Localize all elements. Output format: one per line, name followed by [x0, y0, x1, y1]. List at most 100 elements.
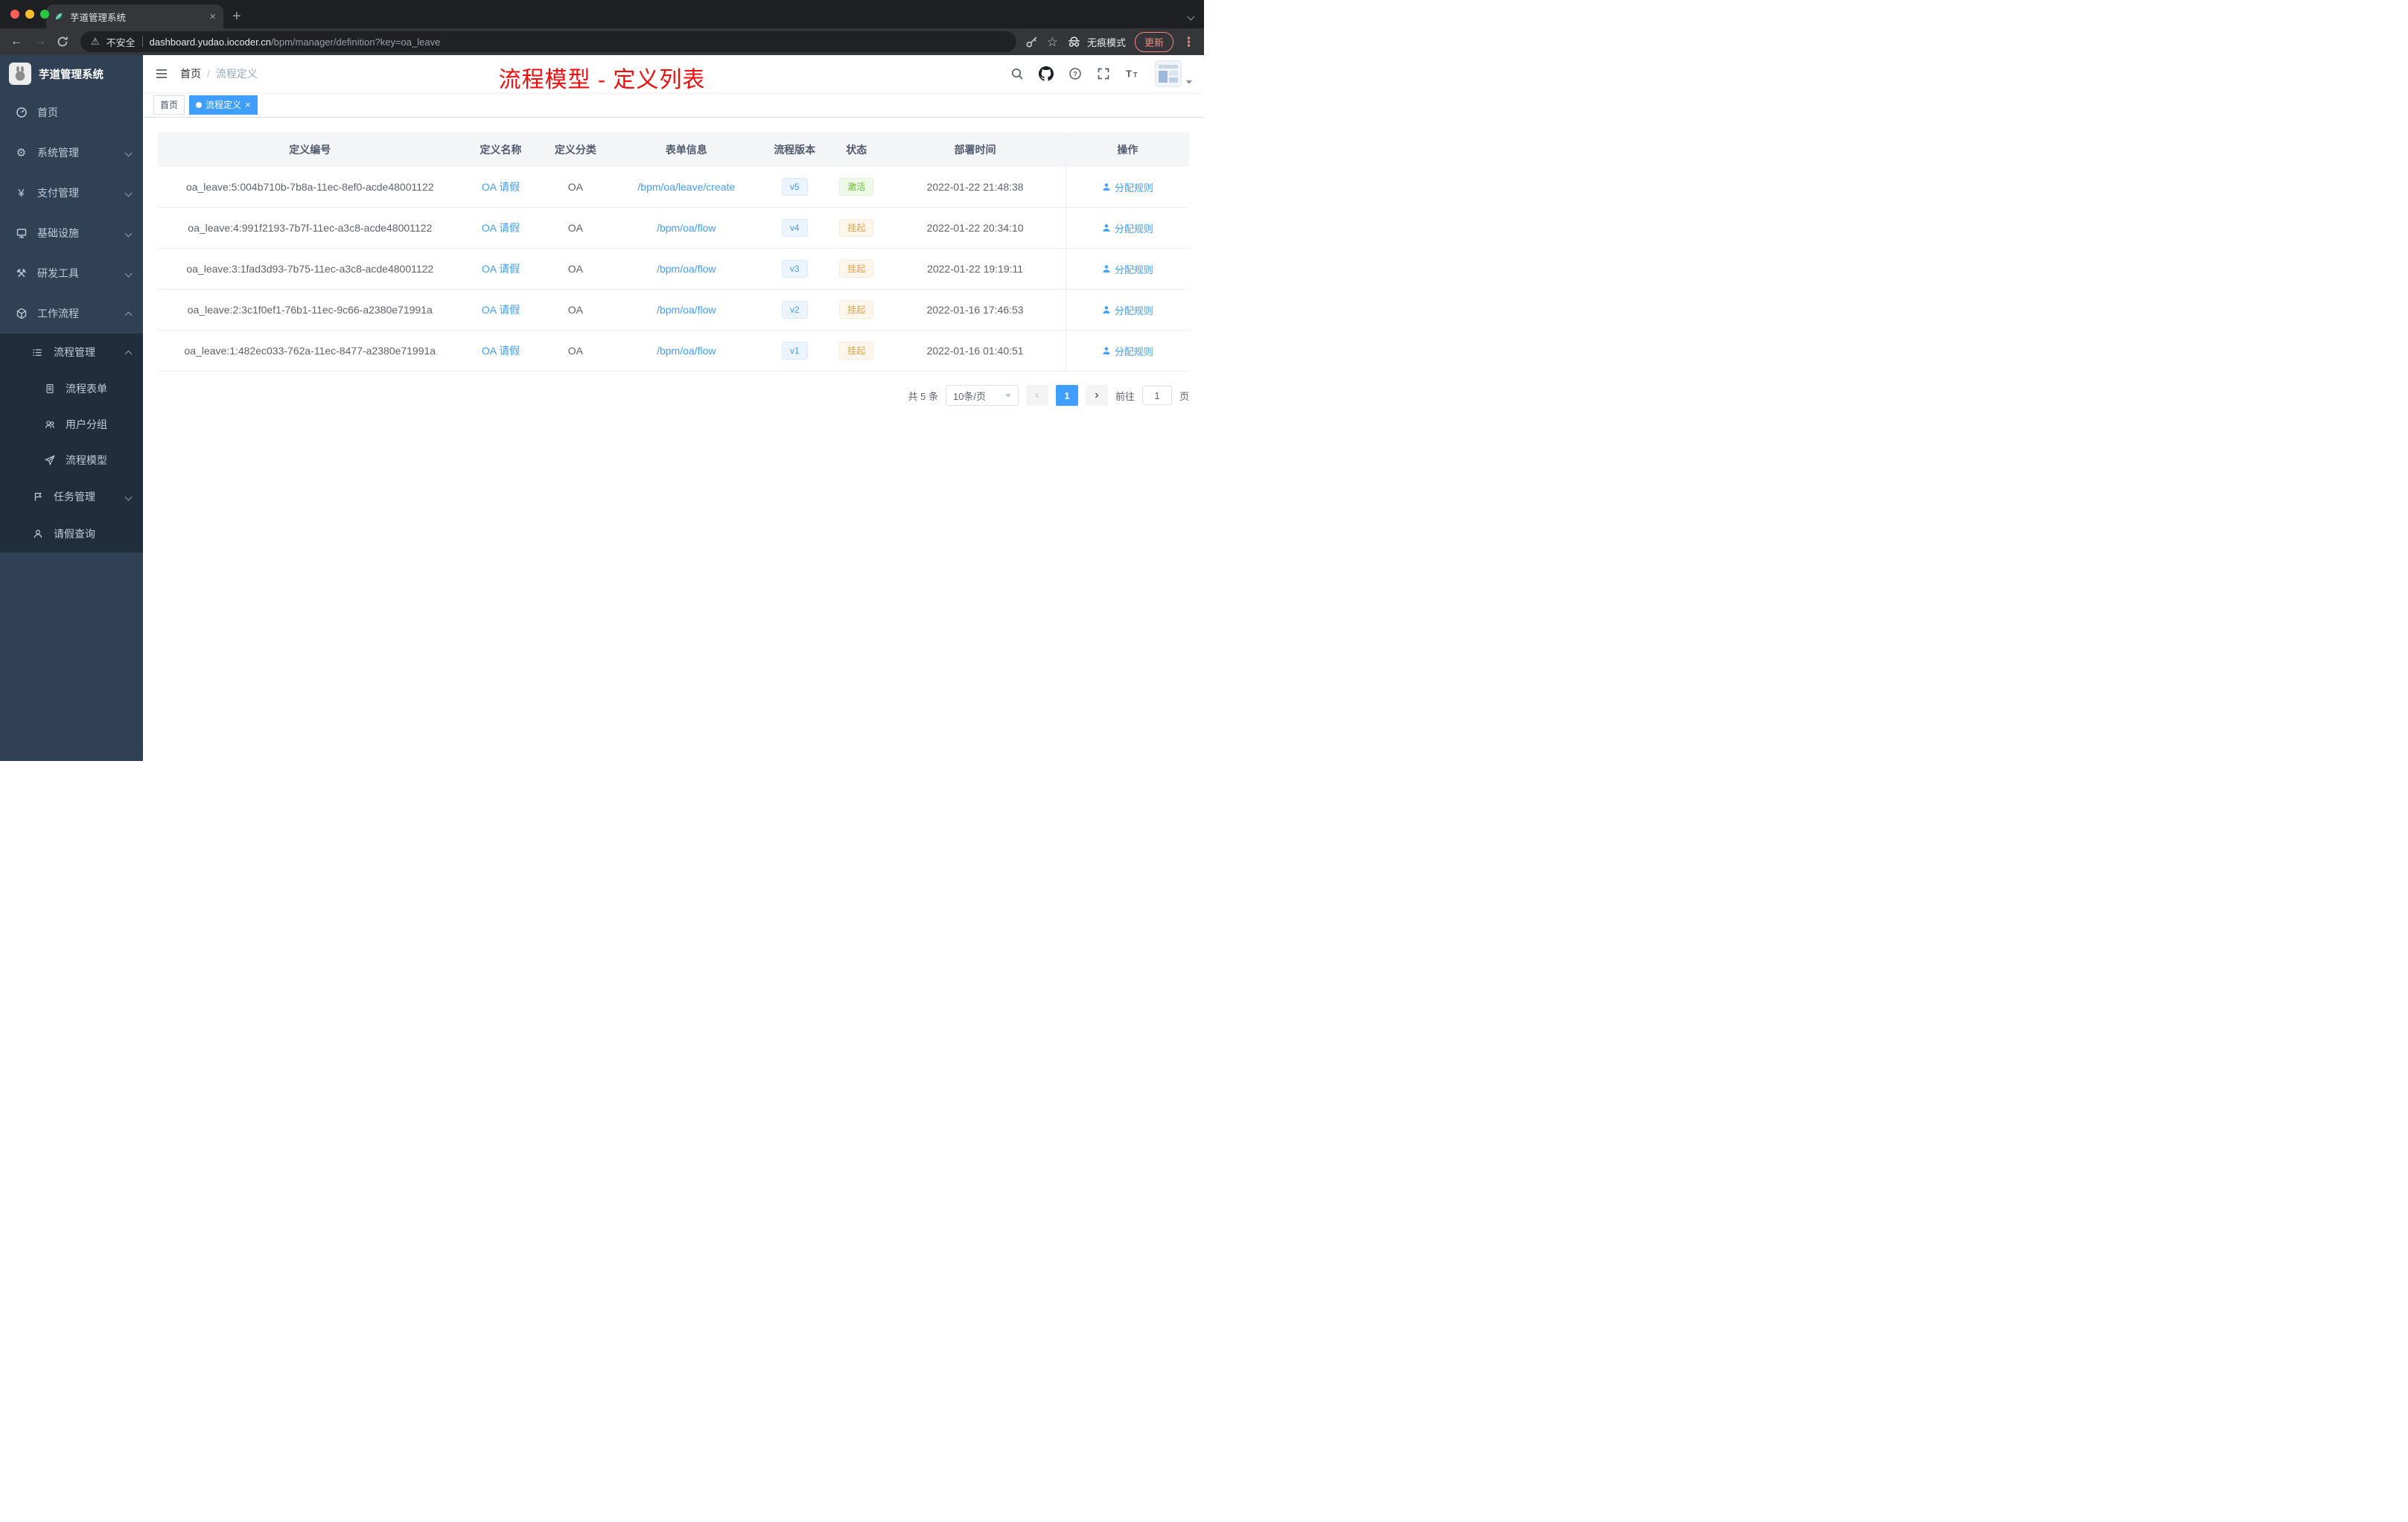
maximize-window-button[interactable] [40, 10, 49, 19]
sidebar-item-leave-query[interactable]: 请假查询 [0, 515, 143, 553]
chevron-down-icon [124, 229, 133, 237]
sidebar-item-home[interactable]: 首页 [0, 92, 143, 133]
status-badge: 激活 [839, 177, 874, 197]
sidebar-item-process-management[interactable]: 流程管理 [0, 334, 143, 371]
definition-name-link[interactable]: OA 请假 [482, 302, 520, 317]
definition-name-link[interactable]: OA 请假 [482, 220, 520, 235]
sidebar-item-label: 基础设施 [37, 227, 79, 239]
sidebar-item-label: 工作流程 [37, 308, 79, 319]
column-header: 定义分类 [554, 144, 596, 156]
new-tab-button[interactable]: + [232, 9, 241, 24]
assign-rule-link[interactable]: 分配规则 [1102, 180, 1153, 194]
tab-search-icon[interactable] [1187, 10, 1195, 23]
definition-name-link[interactable]: OA 请假 [482, 261, 520, 276]
goto-page-input[interactable] [1141, 386, 1172, 405]
assign-rule-link[interactable]: 分配规则 [1102, 303, 1153, 317]
sidebar-item-workflow[interactable]: 工作流程 [0, 293, 143, 334]
form-link[interactable]: /bpm/oa/leave/create [637, 181, 735, 193]
cube-icon [15, 308, 28, 319]
sidebar-item-process-forms[interactable]: 流程表单 [0, 371, 143, 407]
sidebar-item-process-models[interactable]: 流程模型 [0, 442, 143, 478]
status-badge: 挂起 [839, 341, 874, 360]
close-window-button[interactable] [10, 10, 19, 19]
svg-text:T: T [1133, 71, 1138, 79]
assign-rule-link[interactable]: 分配规则 [1102, 262, 1153, 276]
security-label[interactable]: 不安全 [106, 35, 136, 49]
status-badge: 挂起 [839, 259, 874, 278]
table-row: oa_leave:3:1fad3d93-7b75-11ec-a3c8-acde4… [158, 249, 1189, 290]
deploy-time: 2022-01-16 17:46:53 [926, 304, 1024, 316]
avatar-caret-icon [1186, 80, 1192, 84]
deploy-time: 2022-01-22 20:34:10 [926, 222, 1024, 234]
sidebar-item-payment[interactable]: ¥ 支付管理 [0, 173, 143, 213]
fullscreen-icon[interactable] [1097, 67, 1110, 80]
definition-category: OA [567, 263, 584, 275]
status-badge: 挂起 [839, 218, 874, 238]
back-button[interactable]: ← [9, 36, 24, 48]
sidebar-item-label: 系统管理 [37, 147, 79, 159]
sidebar-item-label: 请假查询 [54, 528, 95, 540]
update-browser-button[interactable]: 更新 [1134, 31, 1173, 52]
app-root: 芋道管理系统 首页 ⚙ 系统管理 ¥ 支付管理 基础设施 ⚒ 研发工具 工作流程… [0, 55, 1204, 761]
column-header: 定义编号 [289, 144, 331, 156]
bookmark-star-icon[interactable]: ☆ [1047, 36, 1058, 48]
sidebar-item-user-groups[interactable]: 用户分组 [0, 407, 143, 442]
breadcrumb-current: 流程定义 [215, 68, 258, 80]
users-icon [43, 419, 56, 430]
font-size-icon[interactable]: TT [1125, 67, 1140, 80]
github-icon[interactable] [1039, 66, 1054, 81]
user-avatar-menu[interactable] [1155, 60, 1192, 87]
pagination-bar: 共 5 条 10条/页 ‹ 1 › 前往 页 [158, 385, 1189, 406]
reload-button[interactable] [57, 36, 71, 48]
page-size-select[interactable]: 10条/页 [945, 385, 1019, 406]
sidebar-item-devtools[interactable]: ⚒ 研发工具 [0, 253, 143, 293]
prev-page-button[interactable]: ‹ [1025, 385, 1048, 406]
definition-name-link[interactable]: OA 请假 [482, 343, 520, 358]
tag-close-icon[interactable]: × [245, 100, 251, 109]
definition-id: oa_leave:5:004b710b-7b8a-11ec-8ef0-acde4… [185, 181, 434, 193]
form-link[interactable]: /bpm/oa/flow [657, 263, 716, 275]
column-header: 操作 [1065, 133, 1189, 167]
search-icon[interactable] [1010, 67, 1024, 80]
document-icon [43, 383, 56, 394]
tab-close-icon[interactable]: × [209, 11, 216, 22]
tab-strip: 芋道管理系统 × + [0, 0, 1204, 28]
definitions-table: 定义编号 定义名称 定义分类 表单信息 流程版本 状态 部署时间 操作 oa_l… [158, 133, 1189, 372]
assign-rule-link[interactable]: 分配规则 [1102, 221, 1153, 235]
tools-icon: ⚒ [16, 267, 27, 280]
address-bar[interactable]: ⚠ 不安全 dashboard.yudao.iocoder.cn/bpm/man… [80, 31, 1016, 52]
minimize-window-button[interactable] [25, 10, 34, 19]
sidebar-logo[interactable]: 芋道管理系统 [0, 55, 143, 92]
sidebar-item-label: 任务管理 [54, 491, 95, 503]
tag-home[interactable]: 首页 [153, 95, 185, 115]
definition-name-link[interactable]: OA 请假 [482, 179, 520, 194]
assign-rule-label: 分配规则 [1114, 264, 1153, 276]
sidebar-item-infrastructure[interactable]: 基础设施 [0, 213, 143, 253]
forward-button[interactable]: → [33, 36, 48, 48]
breadcrumb-home[interactable]: 首页 [180, 66, 201, 81]
sidebar-item-system[interactable]: ⚙ 系统管理 [0, 133, 143, 173]
chevron-up-icon [124, 311, 133, 319]
logo-avatar [9, 63, 31, 85]
tag-process-definition[interactable]: 流程定义 × [189, 95, 258, 115]
definition-category: OA [567, 304, 584, 316]
hamburger-icon[interactable] [155, 67, 168, 80]
incognito-badge: 无痕模式 [1067, 35, 1126, 49]
assign-rule-link[interactable]: 分配规则 [1102, 344, 1153, 358]
page-url[interactable]: dashboard.yudao.iocoder.cn/bpm/manager/d… [150, 36, 441, 48]
password-key-icon[interactable] [1025, 36, 1038, 48]
current-page-button[interactable]: 1 [1055, 385, 1078, 406]
deploy-time: 2022-01-16 01:40:51 [926, 345, 1024, 357]
main-area: 首页 / 流程定义 ? T T 首页 流程定义 × 定义编号 定义名称 定义分类… [143, 55, 1204, 761]
next-page-button[interactable]: › [1085, 385, 1108, 406]
form-link[interactable]: /bpm/oa/flow [657, 222, 716, 234]
browser-menu-icon[interactable]: ⋮ [1182, 36, 1195, 48]
form-link[interactable]: /bpm/oa/flow [657, 304, 716, 316]
browser-tab[interactable]: 芋道管理系统 × [46, 4, 223, 28]
tag-label: 流程定义 [206, 100, 242, 110]
svg-text:T: T [1126, 69, 1132, 80]
sidebar-item-task-management[interactable]: 任务管理 [0, 478, 143, 515]
form-link[interactable]: /bpm/oa/flow [657, 345, 716, 357]
help-icon[interactable]: ? [1068, 67, 1082, 80]
breadcrumb: 首页 / 流程定义 [180, 66, 258, 81]
